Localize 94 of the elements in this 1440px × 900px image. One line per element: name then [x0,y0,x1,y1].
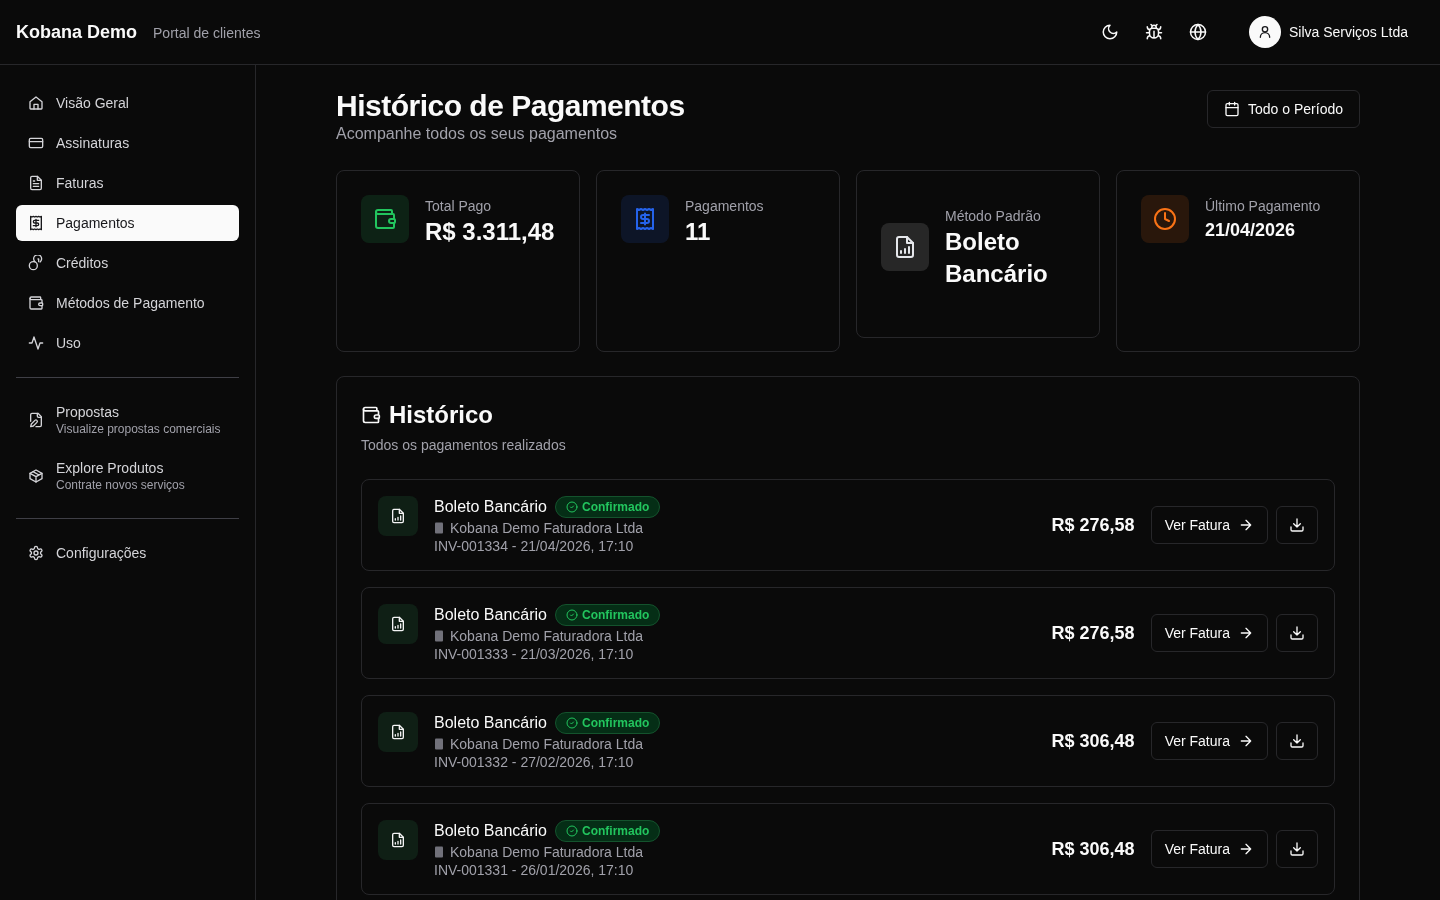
download-button[interactable] [1276,830,1318,868]
view-invoice-button[interactable]: Ver Fatura [1150,614,1268,652]
bug-icon[interactable] [1144,23,1163,41]
wallet-icon [28,295,44,311]
stat-value: 21/04/2026 [1205,219,1297,242]
status-badge: Confirmado [554,712,661,734]
arrow-right-icon [1238,517,1254,533]
status-badge: Confirmado [554,604,661,626]
coins-icon [28,255,44,271]
period-button[interactable]: Todo o Período [1207,90,1360,128]
invoice-reference: INV-001331 - 26/01/2026, 17:10 [434,862,635,878]
download-icon [1289,517,1305,533]
view-invoice-button[interactable]: Ver Fatura [1150,506,1268,544]
wallet-icon [373,207,397,231]
nav-item[interactable]: Créditos [16,245,239,281]
stat-label: Último Pagamento [1205,198,1321,214]
filepen-icon [28,412,44,428]
language-icon[interactable] [1188,23,1207,41]
card-icon [28,135,44,151]
download-button[interactable] [1276,506,1318,544]
download-button[interactable] [1276,722,1318,760]
receipt-icon [28,215,44,231]
nav-item[interactable]: Faturas [16,165,239,201]
company-name: Kobana Demo Faturadora Ltda [450,520,643,536]
gear-icon [28,545,44,561]
file-icon [28,175,44,191]
stat-value: 11 [685,217,712,247]
payment-method: Boleto Bancário [434,822,547,840]
status-badge: Confirmado [554,496,661,518]
nav-item[interactable]: Configurações [16,535,239,571]
check-circle-icon [565,825,578,837]
invoice-reference: INV-001333 - 21/03/2026, 17:10 [434,646,635,662]
payment-amount: R$ 276,58 [1051,622,1135,644]
company-name: Kobana Demo Faturadora Ltda [450,628,643,644]
stat-value: Boleto Bancário [945,226,1049,289]
building-icon [434,846,444,858]
history-title: Histórico [389,401,493,429]
brand-name: Kobana Demo [16,21,138,43]
clock-icon [1153,207,1177,231]
view-invoice-button[interactable]: Ver Fatura [1150,722,1268,760]
payment-amount: R$ 306,48 [1051,838,1135,860]
receipt-icon [633,207,657,231]
nav-item[interactable]: Assinaturas [16,125,239,161]
download-icon [1289,625,1305,641]
stat-label: Pagamentos [685,198,764,214]
company-name: Kobana Demo Faturadora Ltda [450,844,643,860]
building-icon [434,630,444,642]
stat-value: R$ 3.311,48 [425,217,555,247]
home-icon [28,95,44,111]
dark-mode-icon[interactable] [1100,23,1119,41]
history-subtitle: Todos os pagamentos realizados [361,437,567,453]
payment-method: Boleto Bancário [434,498,547,516]
arrow-right-icon [1238,841,1254,857]
nav-item[interactable]: Propostas Visualize propostas comerciais [16,394,239,446]
payment-method: Boleto Bancário [434,714,547,732]
invoice-reference: INV-001334 - 21/04/2026, 17:10 [434,538,635,554]
wallet-icon [361,405,381,425]
download-icon [1289,841,1305,857]
user-name[interactable]: Silva Serviços Ltda [1288,24,1408,40]
check-circle-icon [565,717,578,729]
payment-method: Boleto Bancário [434,606,547,624]
status-badge: Confirmado [554,820,661,842]
building-icon [434,522,444,534]
payment-amount: R$ 306,48 [1051,730,1135,752]
arrow-right-icon [1238,625,1254,641]
invoice-reference: INV-001332 - 27/02/2026, 17:10 [434,754,635,770]
download-button[interactable] [1276,614,1318,652]
box-icon [28,468,44,484]
page-subtitle: Acompanhe todos os seus pagamentos [336,125,619,143]
check-circle-icon [565,501,578,513]
avatar[interactable] [1248,16,1281,48]
document-icon [390,616,406,632]
arrow-right-icon [1238,733,1254,749]
nav-item[interactable]: Uso [16,325,239,361]
document-icon [390,724,406,740]
page-title: Histórico de Pagamentos [336,89,685,123]
portal-subtitle: Portal de clientes [153,24,261,41]
download-icon [1289,733,1305,749]
nav-item[interactable]: Visão Geral [16,85,239,121]
stat-label: Método Padrão [945,207,1042,224]
stat-label: Total Pago [425,198,493,214]
document-icon [893,235,917,259]
calendar-icon [1224,101,1241,117]
payment-amount: R$ 276,58 [1051,514,1135,536]
check-circle-icon [565,609,578,621]
nav-item[interactable]: Métodos de Pagamento [16,285,239,321]
document-icon [390,832,406,848]
company-name: Kobana Demo Faturadora Ltda [450,736,643,752]
building-icon [434,738,444,750]
nav-item[interactable]: Pagamentos [16,205,239,241]
pulse-icon [28,335,44,351]
document-icon [390,508,406,524]
view-invoice-button[interactable]: Ver Fatura [1150,830,1268,868]
nav-item[interactable]: Explore Produtos Contrate novos serviços [16,450,239,502]
